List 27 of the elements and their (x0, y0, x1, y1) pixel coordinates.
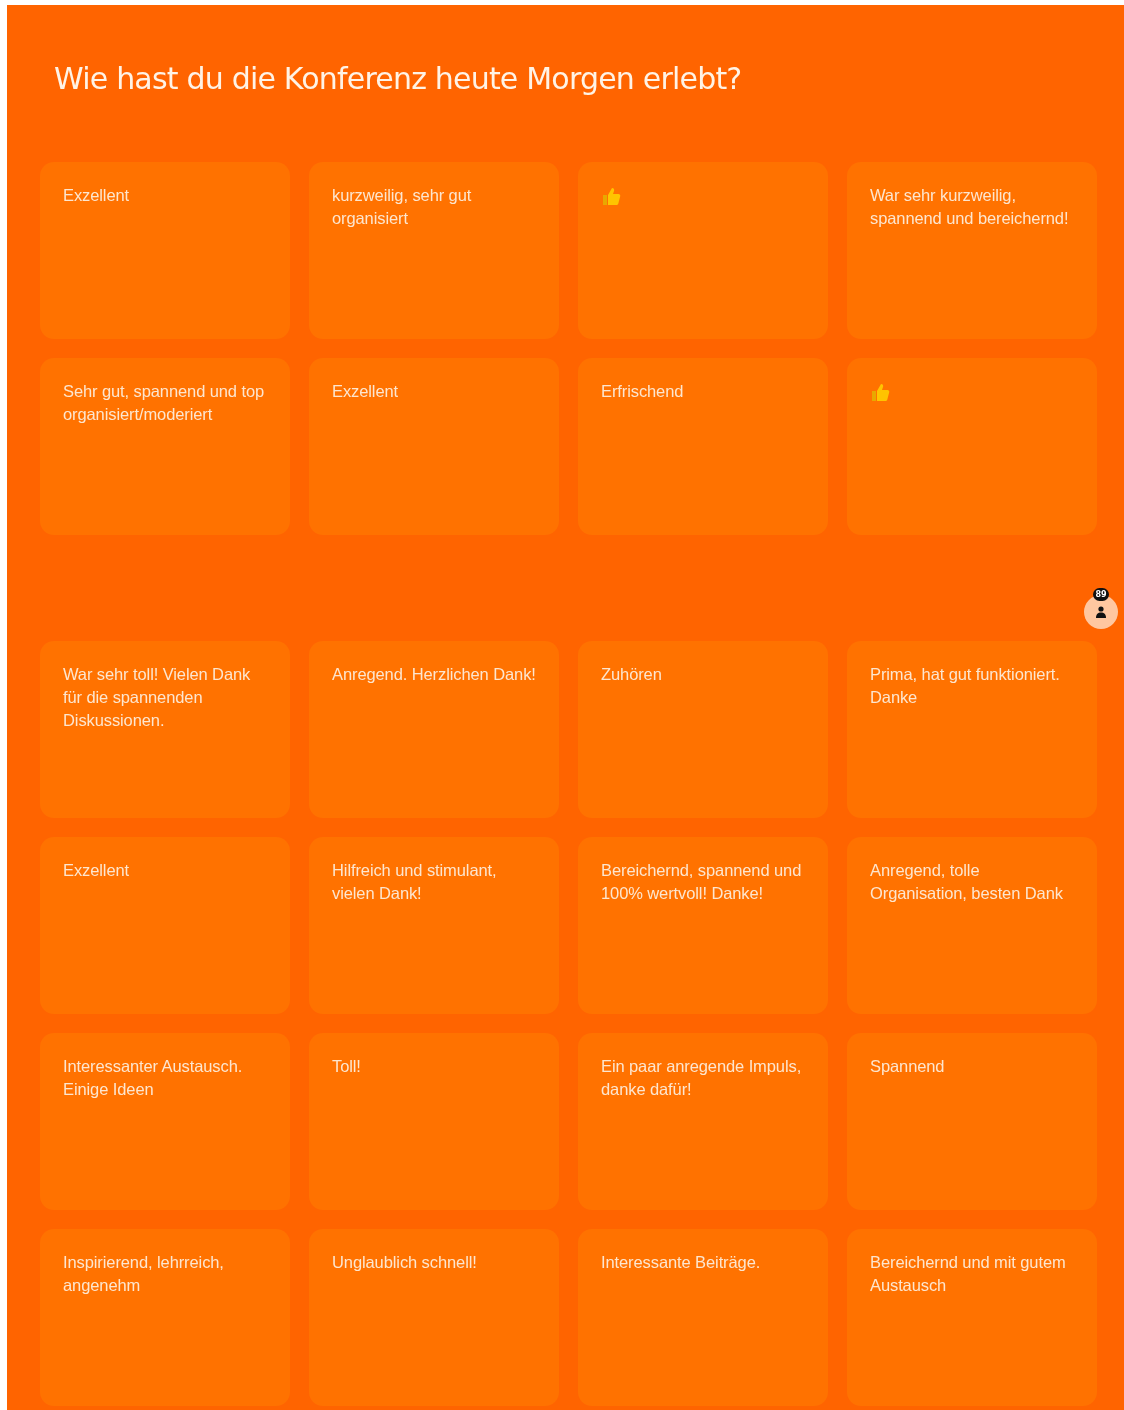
response-text: kurzweilig, sehr gut organisiert (332, 185, 473, 229)
response-text: Exzellent (63, 860, 131, 881)
response-text: Inspirierend, lehrreich, angenehm (63, 1252, 225, 1296)
response-text: Sehr gut, spannend und top organisiert/moderiert (63, 381, 266, 425)
thumbs-up-icon (601, 186, 621, 206)
response-text: Toll! (332, 1056, 362, 1077)
response-text: Prima, hat gut funktioniert. Danke (870, 664, 1061, 708)
response-text: Anregend. Herzlichen Dank! (332, 664, 537, 685)
response-text: War sehr toll! Vielen Dank für die spannenden Diskussionen. (63, 664, 252, 731)
response-text: Erfrischend (601, 381, 685, 402)
response-text: Exzellent (63, 185, 131, 206)
response-text: Exzellent (332, 381, 400, 402)
response-text: Interessante Beiträge. (601, 1252, 762, 1273)
response-text: War sehr kurzweilig, spannend und bereichernd! (870, 185, 1070, 229)
thumbs-up-icon (870, 382, 890, 402)
response-text: Unglaublich schnell! (332, 1252, 478, 1273)
participants-avatar[interactable] (1084, 595, 1118, 629)
participant-count: 89 (1093, 588, 1109, 601)
person-icon (1096, 606, 1106, 618)
response-text: Bereichernd, spannend und 100% wertvoll! Danke! (601, 860, 803, 904)
response-text: Zuhören (601, 664, 663, 685)
response-text: Anregend, tolle Organisation, besten Dank (870, 860, 1064, 904)
response-text: Spannend (870, 1056, 946, 1077)
response-text: Ein paar anregende Impuls, danke dafür! (601, 1056, 803, 1100)
response-text: Bereichernd und mit gutem Austausch (870, 1252, 1067, 1296)
response-text: Interessanter Austausch. Einige Ideen (63, 1056, 244, 1100)
response-text: Hilfreich und stimulant, vielen Dank! (332, 860, 498, 904)
